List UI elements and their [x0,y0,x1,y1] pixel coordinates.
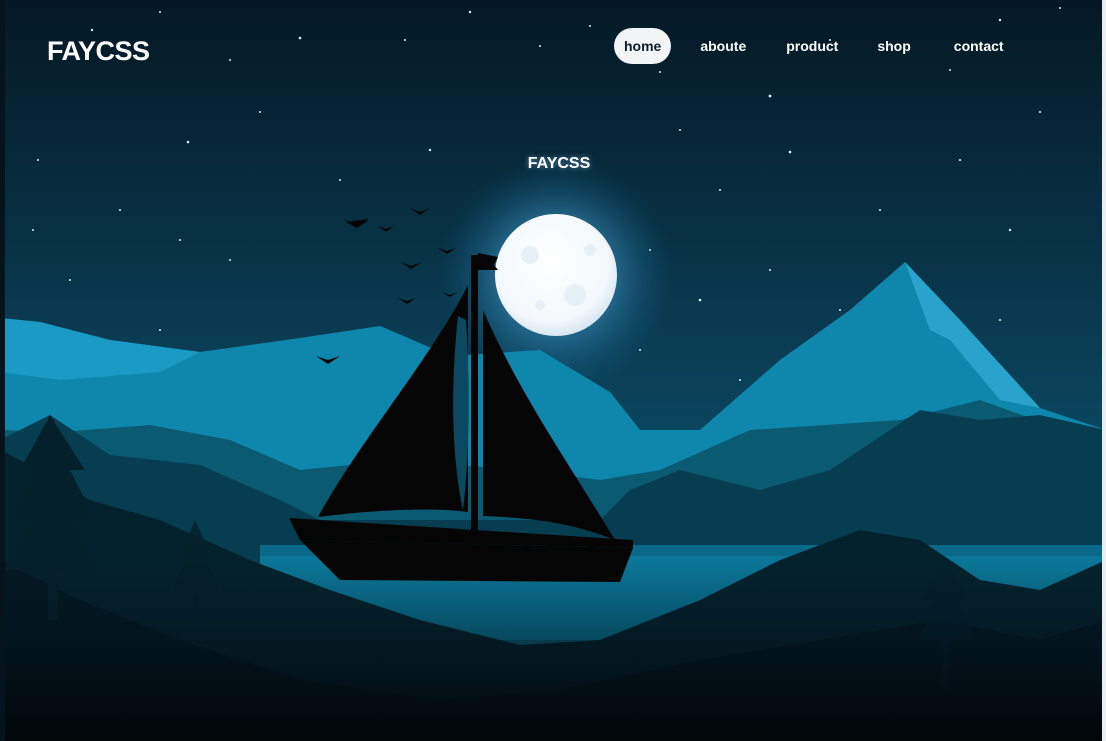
nav-link-contact[interactable]: contact [944,28,1014,64]
nav-link-aboute[interactable]: aboute [690,28,756,64]
main-nav: home aboute product shop contact [614,28,1023,64]
brand-logo[interactable]: FAYCSS [47,36,150,67]
nav-link-shop[interactable]: shop [867,28,920,64]
nav-link-home[interactable]: home [614,28,672,64]
left-border [0,0,5,741]
night-landscape-background [0,0,1106,741]
top-navigation-bar: FAYCSS home aboute product shop contact [0,0,1106,100]
bottom-fade [0,560,1106,741]
moon [495,214,617,336]
hero-title: FAYCSS [527,155,591,172]
nav-link-product[interactable]: product [776,28,848,64]
right-border [1102,0,1106,741]
